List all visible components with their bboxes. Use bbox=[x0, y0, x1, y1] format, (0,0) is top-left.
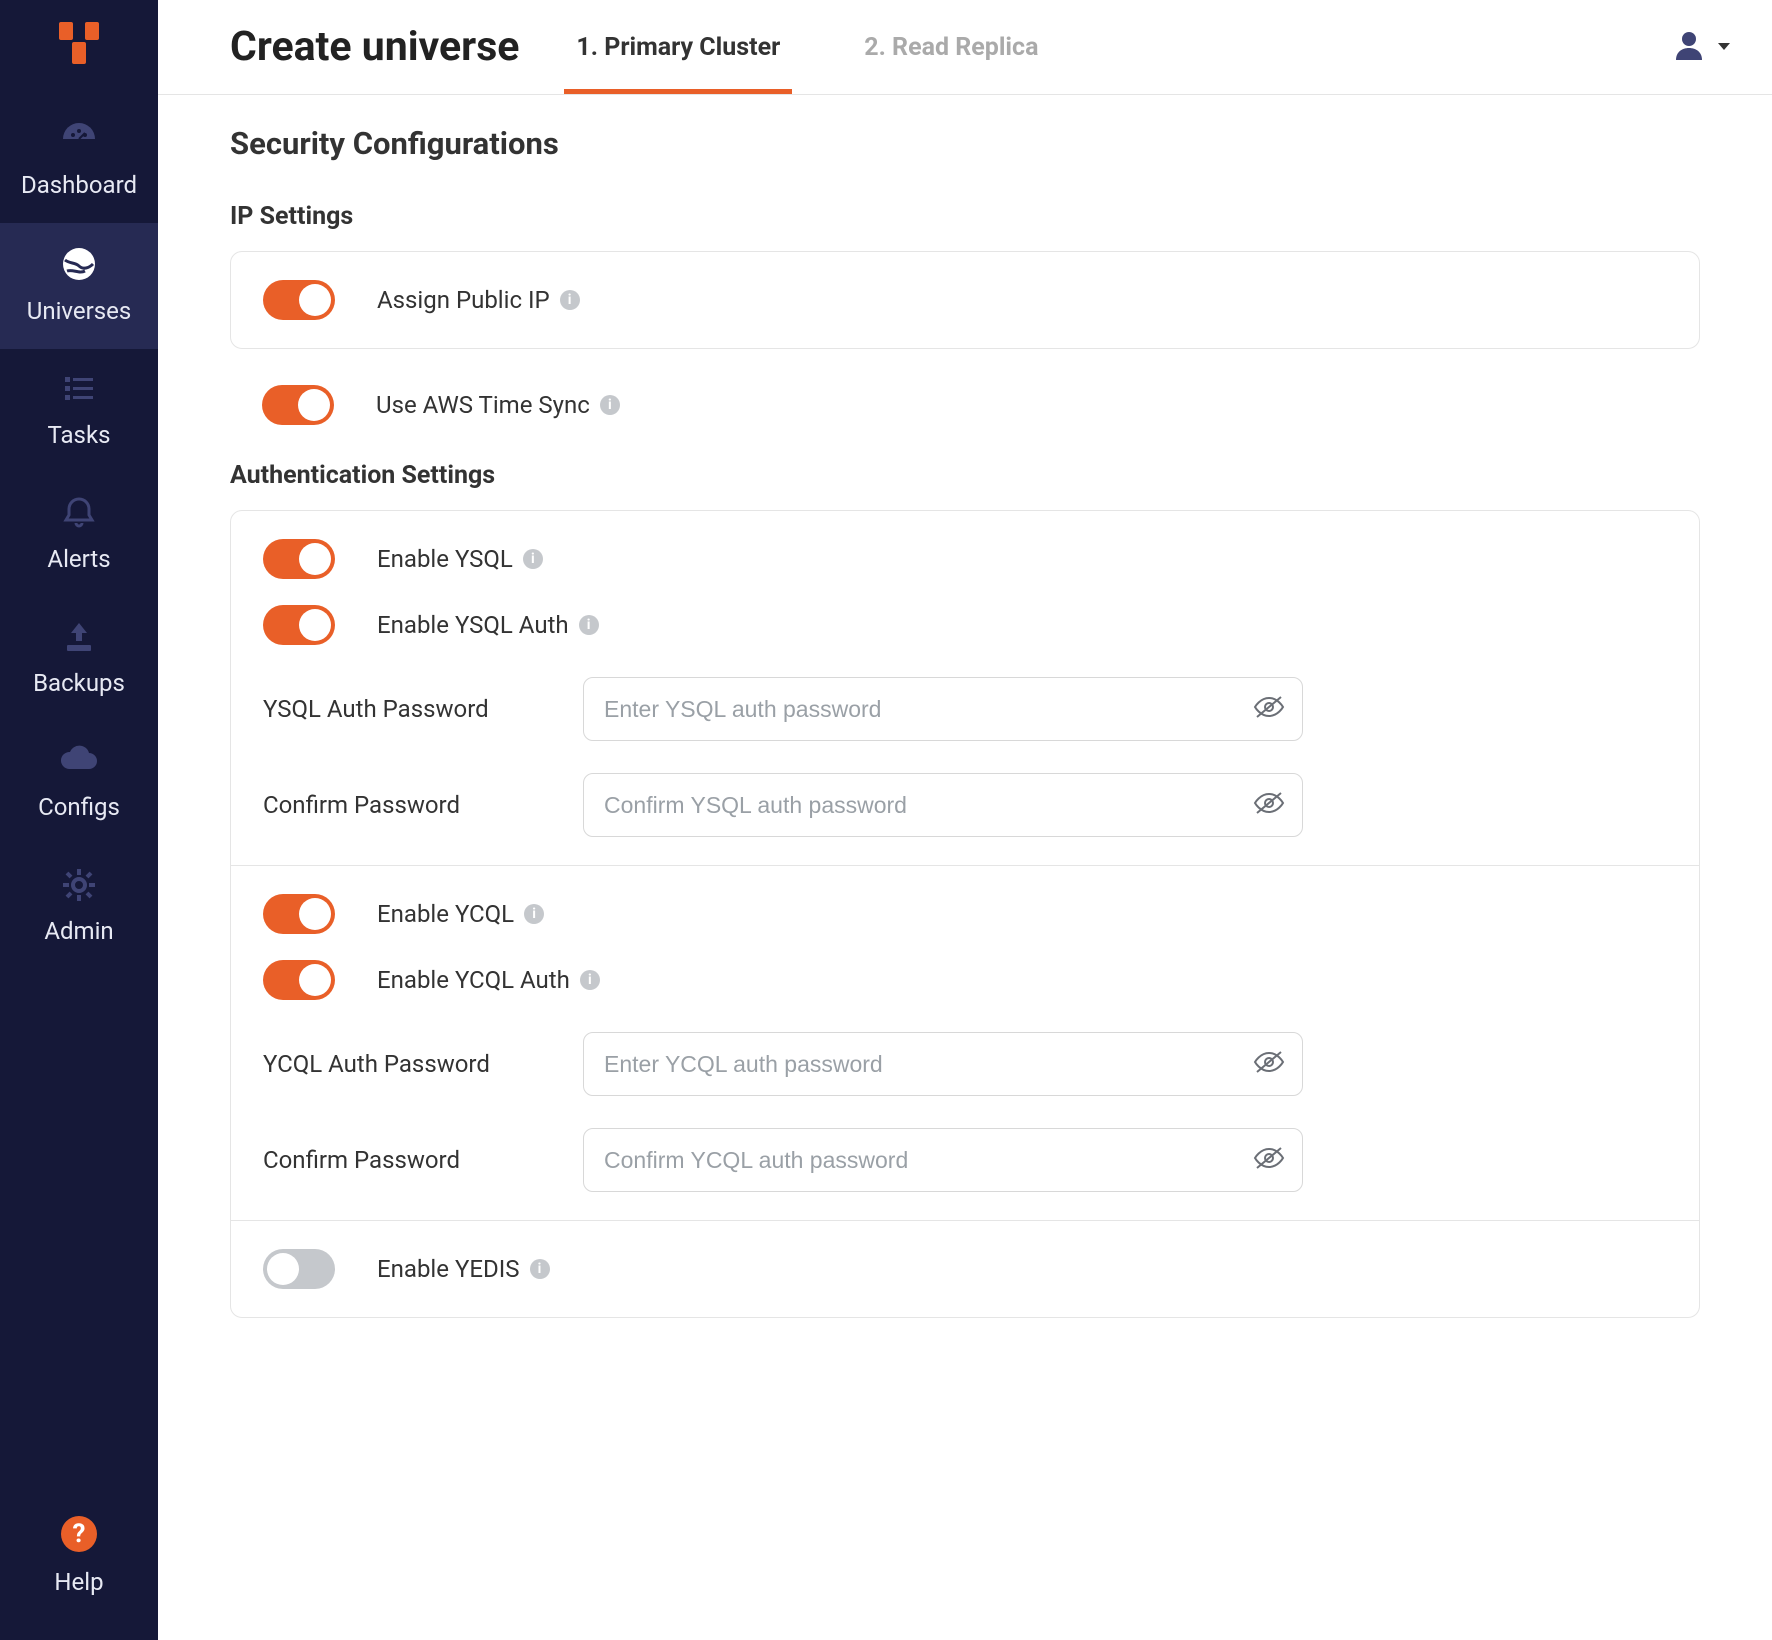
tabs: 1. Primary Cluster 2. Read Replica bbox=[564, 0, 1050, 94]
ip-settings-title: IP Settings bbox=[230, 202, 1700, 231]
list-icon bbox=[61, 371, 97, 411]
sidebar: Dashboard Universes Tasks Alerts bbox=[0, 0, 158, 1640]
sidebar-item-label: Tasks bbox=[48, 421, 111, 449]
chevron-down-icon bbox=[1716, 38, 1732, 57]
cloud-icon bbox=[59, 743, 99, 783]
sidebar-item-help[interactable]: ? Help bbox=[0, 1492, 158, 1620]
tab-primary-cluster[interactable]: 1. Primary Cluster bbox=[564, 0, 792, 94]
toggle-assign-public-ip[interactable] bbox=[263, 280, 335, 320]
sidebar-item-label: Backups bbox=[33, 669, 125, 697]
section-title: Security Configurations bbox=[230, 125, 1700, 162]
main: Create universe 1. Primary Cluster 2. Re… bbox=[158, 0, 1772, 1640]
sidebar-item-label: Universes bbox=[27, 297, 131, 325]
ysql-confirm-label: Confirm Password bbox=[263, 791, 543, 819]
ycql-confirm-label: Confirm Password bbox=[263, 1146, 543, 1174]
ysql-confirm-input[interactable] bbox=[583, 773, 1303, 837]
eye-off-icon[interactable] bbox=[1253, 1144, 1285, 1176]
info-icon[interactable]: i bbox=[523, 549, 543, 569]
toggle-enable-ycql-auth[interactable] bbox=[263, 960, 335, 1000]
eye-off-icon[interactable] bbox=[1253, 1048, 1285, 1080]
ysql-password-input[interactable] bbox=[583, 677, 1303, 741]
toggle-label: Use AWS Time Sync i bbox=[376, 391, 620, 419]
auth-settings-title: Authentication Settings bbox=[230, 461, 1700, 490]
ip-settings-panel: Assign Public IP i bbox=[230, 251, 1700, 349]
ycql-confirm-input[interactable] bbox=[583, 1128, 1303, 1192]
sidebar-item-label: Alerts bbox=[47, 545, 110, 573]
sidebar-item-tasks[interactable]: Tasks bbox=[0, 349, 158, 473]
toggle-label: Enable YEDIS i bbox=[377, 1255, 550, 1283]
toggle-enable-ysql[interactable] bbox=[263, 539, 335, 579]
eye-off-icon[interactable] bbox=[1253, 693, 1285, 725]
logo bbox=[0, 0, 158, 95]
toggle-label: Enable YCQL Auth i bbox=[377, 966, 600, 994]
sidebar-item-label: Configs bbox=[38, 793, 120, 821]
info-icon[interactable]: i bbox=[560, 290, 580, 310]
globe-icon bbox=[60, 245, 98, 287]
info-icon[interactable]: i bbox=[579, 615, 599, 635]
toggle-label: Enable YCQL i bbox=[377, 900, 544, 928]
info-icon[interactable]: i bbox=[530, 1259, 550, 1279]
toggle-enable-ysql-auth[interactable] bbox=[263, 605, 335, 645]
user-menu[interactable] bbox=[1672, 28, 1732, 66]
bell-icon bbox=[61, 495, 97, 535]
toggle-enable-ycql[interactable] bbox=[263, 894, 335, 934]
user-icon bbox=[1672, 28, 1706, 66]
help-icon: ? bbox=[59, 1514, 99, 1558]
info-icon[interactable]: i bbox=[580, 970, 600, 990]
sidebar-item-admin[interactable]: Admin bbox=[0, 845, 158, 969]
toggle-enable-yedis[interactable] bbox=[263, 1249, 335, 1289]
yedis-section: Enable YEDIS i bbox=[231, 1221, 1699, 1317]
svg-text:?: ? bbox=[73, 1519, 86, 1549]
sidebar-item-label: Help bbox=[54, 1568, 103, 1596]
ycql-section: Enable YCQL i Enable YCQL Auth i YCQL Au… bbox=[231, 866, 1699, 1221]
ysql-section: Enable YSQL i Enable YSQL Auth i YSQL Au… bbox=[231, 511, 1699, 866]
sidebar-item-backups[interactable]: Backups bbox=[0, 597, 158, 721]
toggle-label: Assign Public IP i bbox=[377, 286, 580, 314]
sidebar-item-label: Admin bbox=[44, 917, 113, 945]
ysql-password-label: YSQL Auth Password bbox=[263, 695, 543, 723]
info-icon[interactable]: i bbox=[600, 395, 620, 415]
toggle-use-aws-time-sync[interactable] bbox=[262, 385, 334, 425]
auth-settings-panel: Enable YSQL i Enable YSQL Auth i YSQL Au… bbox=[230, 510, 1700, 1318]
info-icon[interactable]: i bbox=[524, 904, 544, 924]
page-title: Create universe bbox=[230, 23, 519, 71]
toggle-label: Enable YSQL Auth i bbox=[377, 611, 599, 639]
ycql-password-label: YCQL Auth Password bbox=[263, 1050, 543, 1078]
gauge-icon bbox=[59, 117, 99, 161]
topbar: Create universe 1. Primary Cluster 2. Re… bbox=[158, 0, 1772, 95]
content: Security Configurations IP Settings Assi… bbox=[158, 95, 1772, 1640]
gear-icon bbox=[61, 867, 97, 907]
sidebar-item-alerts[interactable]: Alerts bbox=[0, 473, 158, 597]
sidebar-item-configs[interactable]: Configs bbox=[0, 721, 158, 845]
ycql-password-input[interactable] bbox=[583, 1032, 1303, 1096]
sidebar-nav: Dashboard Universes Tasks Alerts bbox=[0, 95, 158, 1492]
eye-off-icon[interactable] bbox=[1253, 789, 1285, 821]
upload-icon bbox=[61, 619, 97, 659]
tab-read-replica[interactable]: 2. Read Replica bbox=[852, 0, 1050, 94]
sidebar-item-dashboard[interactable]: Dashboard bbox=[0, 95, 158, 223]
toggle-label: Enable YSQL i bbox=[377, 545, 543, 573]
logo-icon bbox=[51, 20, 107, 76]
sidebar-item-universes[interactable]: Universes bbox=[0, 223, 158, 349]
sidebar-item-label: Dashboard bbox=[21, 171, 137, 199]
